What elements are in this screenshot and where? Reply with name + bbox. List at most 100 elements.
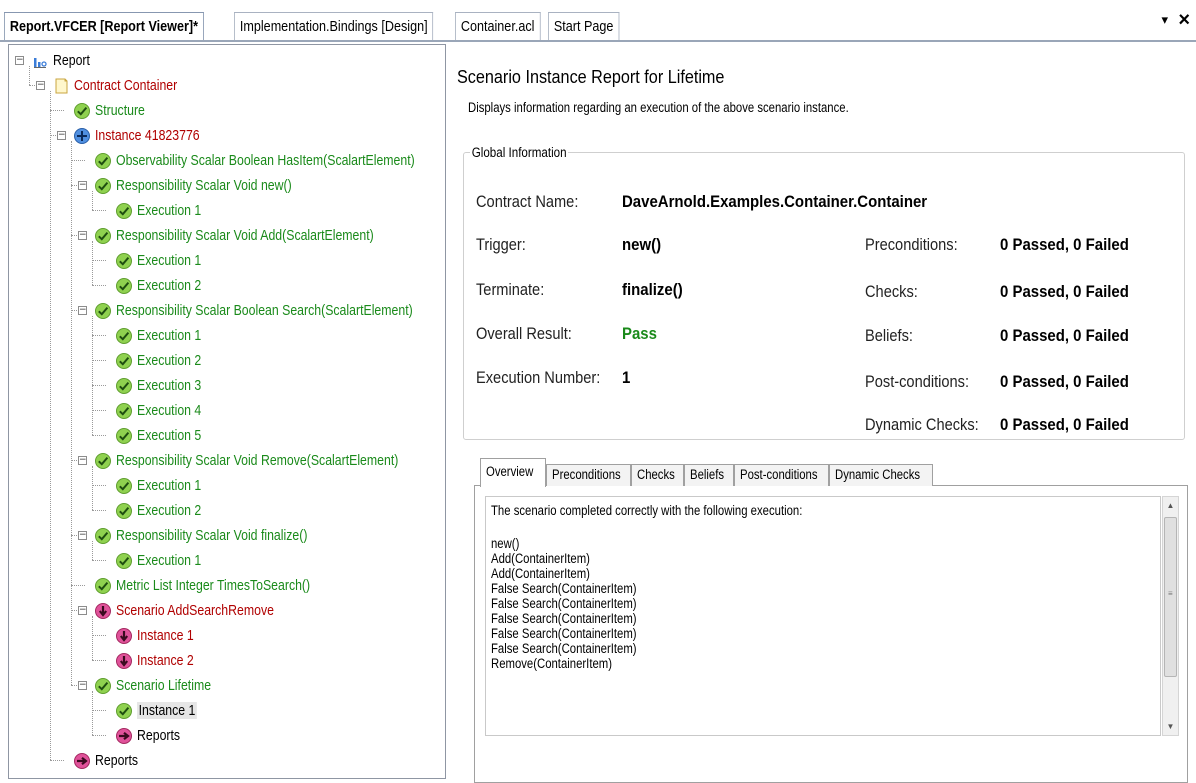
close-icon[interactable]: × [1178, 10, 1190, 30]
tree-node-label: Reports [95, 752, 139, 769]
terminate-value: finalize() [622, 280, 683, 299]
tree-node[interactable]: Report [31, 48, 98, 73]
tab-start-page[interactable]: Start Page [548, 12, 620, 42]
tab-container-acl[interactable]: Container.acl [455, 12, 541, 42]
tree-node[interactable]: Execution 1 [115, 248, 215, 273]
collapse-icon[interactable]: − [15, 56, 24, 65]
tree-connector [92, 316, 93, 435]
tree-connector [92, 385, 106, 386]
tree-connector [71, 141, 72, 685]
tree-node[interactable]: Contract Container [52, 73, 200, 98]
tree-node[interactable]: Instance 41823776 [73, 123, 223, 148]
overview-line: new() [491, 536, 520, 551]
check-icon [95, 152, 111, 169]
tree-connector [92, 335, 106, 336]
tree-node[interactable]: Scenario Lifetime [94, 673, 232, 698]
scroll-down-icon[interactable]: ▼ [1163, 718, 1178, 735]
overall-result-value: Pass [622, 324, 657, 343]
overview-scrollbar[interactable]: ▲ ≡ ▼ [1162, 496, 1179, 736]
check-icon [116, 702, 132, 719]
tree-node-label: Execution 1 [137, 252, 202, 269]
collapse-icon[interactable]: − [78, 681, 87, 690]
tab-preconditions[interactable]: Preconditions [546, 464, 631, 486]
overview-line: False Search(ContainerItem) [491, 611, 637, 626]
report-title: Scenario Instance Report for Lifetime [457, 67, 725, 87]
tree-node[interactable]: Execution 1 [115, 548, 215, 573]
tree-connector [50, 91, 51, 760]
tree-node-label: Scenario Lifetime [116, 677, 212, 694]
tree-node[interactable]: Scenario AddSearchRemove [94, 598, 309, 623]
collapse-icon[interactable]: − [78, 181, 87, 190]
tree-node[interactable]: Instance 2 [115, 648, 206, 673]
tree-node[interactable]: Responsibility Scalar Void new() [94, 173, 330, 198]
tab-report-viewer[interactable]: Report.VFCER [Report Viewer]* [4, 12, 204, 42]
preconditions-value: 0 Passed, 0 Failed [1000, 235, 1129, 254]
tree-node[interactable]: Instance 1 [115, 623, 206, 648]
collapse-icon[interactable]: − [78, 456, 87, 465]
collapse-icon[interactable]: − [57, 131, 66, 140]
tab-dynamic-checks[interactable]: Dynamic Checks [829, 464, 933, 486]
tree-node-label: Execution 1 [137, 552, 202, 569]
collapse-icon[interactable]: − [78, 606, 87, 615]
tree-node[interactable]: Responsibility Scalar Void Add(ScalartEl… [94, 223, 430, 248]
tree-node[interactable]: Observability Scalar Boolean HasItem(Sca… [94, 148, 445, 173]
tree-node[interactable]: Structure [73, 98, 156, 123]
tree-connector [92, 466, 93, 510]
tab-dropdown-icon[interactable]: ▾ [1161, 12, 1168, 28]
overview-line: False Search(ContainerItem) [491, 581, 637, 596]
tree-node[interactable]: Reports [73, 748, 148, 773]
tree-node-label: Structure [95, 102, 145, 119]
collapse-icon[interactable]: − [78, 231, 87, 240]
tab-beliefs[interactable]: Beliefs [684, 464, 734, 486]
tree-connector [92, 616, 93, 660]
tree-node[interactable]: Metric List Integer TimesToSearch() [94, 573, 353, 598]
execution-number-value: 1 [622, 368, 631, 387]
scroll-up-icon[interactable]: ▲ [1163, 497, 1178, 514]
tree-node[interactable]: Reports [115, 723, 190, 748]
tree-node[interactable]: Instance 1 [115, 698, 210, 723]
collapse-icon[interactable]: − [36, 81, 45, 90]
tab-checks[interactable]: Checks [631, 464, 684, 486]
tree-connector [29, 66, 30, 85]
tab-implementation-bindings[interactable]: Implementation.Bindings [Design] [234, 12, 434, 42]
tree-node-label: Instance 1 [137, 627, 194, 644]
terminate-label: Terminate: [476, 280, 545, 299]
tree-node-label: Responsibility Scalar Void Remove(Scalar… [116, 452, 399, 469]
overview-line: False Search(ContainerItem) [491, 641, 637, 656]
tree-node[interactable]: Execution 1 [115, 323, 215, 348]
tree-connector [92, 435, 106, 436]
check-icon [116, 427, 132, 444]
tree-connector [92, 191, 93, 210]
check-icon [95, 677, 111, 694]
overview-textbox[interactable]: The scenario completed correctly with th… [485, 496, 1161, 736]
plus-circle-icon [74, 127, 90, 144]
tree-node[interactable]: Execution 2 [115, 273, 215, 298]
tab-overview[interactable]: Overview [480, 458, 546, 487]
tree-node-label: Instance 2 [137, 652, 194, 669]
tree-node-label: Execution 1 [137, 327, 202, 344]
tree-node[interactable]: Responsibility Scalar Boolean Search(Sca… [94, 298, 445, 323]
tree-node[interactable]: Execution 1 [115, 473, 215, 498]
tree-node[interactable]: Execution 3 [115, 373, 215, 398]
tree-node[interactable]: Responsibility Scalar Void Remove(Scalar… [94, 448, 445, 473]
collapse-icon[interactable]: − [78, 306, 87, 315]
tree-node-label: Execution 1 [137, 477, 202, 494]
right-arrow-icon [116, 727, 132, 744]
tree-node[interactable]: Execution 4 [115, 398, 215, 423]
tab-post-conditions[interactable]: Post-conditions [734, 464, 829, 486]
collapse-icon[interactable]: − [78, 531, 87, 540]
tree-connector [50, 760, 64, 761]
tree-node[interactable]: Execution 2 [115, 498, 215, 523]
tree-connector [92, 360, 106, 361]
tree-connector [50, 110, 64, 111]
tree-node[interactable]: Execution 1 [115, 198, 215, 223]
scroll-thumb[interactable]: ≡ [1164, 517, 1177, 677]
tree-node[interactable]: Responsibility Scalar Void finalize() [94, 523, 349, 548]
group-title: Global Information [470, 145, 569, 160]
tree-node[interactable]: Execution 2 [115, 348, 215, 373]
tree-connector [92, 635, 106, 636]
tree-node-label: Observability Scalar Boolean HasItem(Sca… [116, 152, 415, 169]
tree-node-label: Responsibility Scalar Boolean Search(Sca… [116, 302, 413, 319]
check-icon [116, 377, 132, 394]
tree-node[interactable]: Execution 5 [115, 423, 215, 448]
